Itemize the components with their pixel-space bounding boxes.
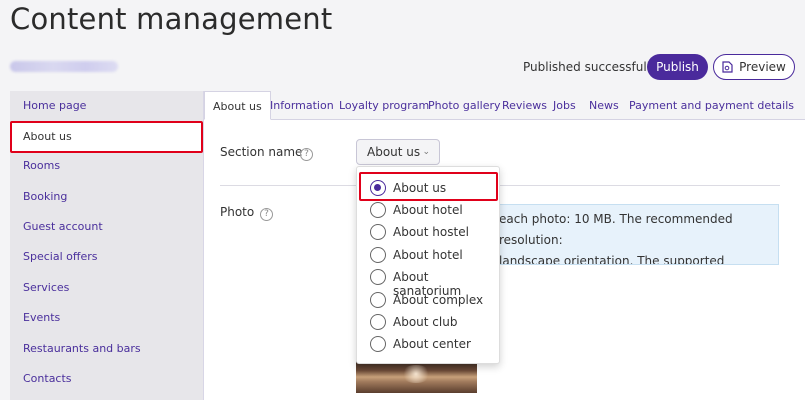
option-label: About hotel (393, 248, 463, 262)
section-name-value: About us (367, 145, 421, 159)
sidebar-item-booking[interactable]: Booking (10, 182, 203, 212)
section-name-select[interactable]: About us ⌄ (356, 139, 440, 165)
option-about-hotel-2[interactable]: About hotel (357, 244, 499, 266)
site-link[interactable] (10, 61, 118, 72)
option-about-sanatorium[interactable]: About sanatorium (357, 266, 499, 298)
radio[interactable] (370, 247, 386, 263)
sidebar-item-guest-account[interactable]: Guest account (10, 212, 203, 242)
radio[interactable] (370, 336, 386, 352)
sidebar-item-special-offers[interactable]: Special offers (10, 242, 203, 272)
option-label: About complex (393, 293, 484, 307)
divider (220, 185, 780, 186)
sidebar-item-home-page[interactable]: Home page (10, 91, 203, 121)
radio[interactable] (370, 314, 386, 330)
option-about-hotel[interactable]: About hotel (357, 199, 499, 221)
tab-loyalty-program[interactable]: Loyalty program (339, 91, 429, 120)
tab-news[interactable]: News (589, 91, 619, 120)
option-label: About us (393, 181, 447, 195)
radio[interactable] (370, 292, 386, 308)
tab-about-us[interactable]: About us (204, 91, 271, 120)
publish-button[interactable]: Publish (647, 54, 708, 80)
option-about-hostel[interactable]: About hostel (357, 221, 499, 243)
option-label: About hotel (393, 203, 463, 217)
option-about-complex[interactable]: About complex (357, 289, 499, 311)
info-line: landscape orientation. The supported for… (499, 254, 725, 265)
option-label: About center (393, 337, 471, 351)
option-about-club[interactable]: About club (357, 311, 499, 333)
tab-information[interactable]: Information (270, 91, 334, 120)
tab-bar: About us Information Loyalty program Pho… (204, 91, 805, 120)
help-icon[interactable]: ? (260, 208, 273, 221)
photo-thumbnail[interactable] (356, 361, 477, 393)
chevron-down-icon: ⌄ (422, 147, 430, 157)
sidebar-item-restaurants-and-bars[interactable]: Restaurants and bars (10, 334, 203, 364)
page-title: Content management (10, 2, 333, 36)
info-line: each photo: 10 MB. The recommended resol… (499, 212, 733, 247)
radio[interactable] (370, 269, 386, 285)
sidebar-item-services[interactable]: Services (10, 273, 203, 303)
section-name-label: Section name (220, 145, 303, 159)
option-label: About club (393, 315, 458, 329)
preview-button[interactable]: Preview (713, 54, 795, 80)
radio[interactable] (370, 224, 386, 240)
sidebar-item-about-us[interactable]: About us (10, 122, 203, 152)
sidebar: Home page About us Rooms Booking Guest a… (10, 91, 203, 400)
publish-status: Published successfully (523, 60, 658, 74)
radio-selected[interactable] (370, 180, 386, 196)
help-icon[interactable]: ? (300, 148, 313, 161)
sidebar-item-rooms[interactable]: Rooms (10, 151, 203, 181)
option-about-center[interactable]: About center (357, 333, 499, 355)
section-name-dropdown: About us About hotel About hostel About … (356, 166, 500, 364)
sidebar-item-events[interactable]: Events (10, 303, 203, 333)
document-preview-icon (722, 61, 733, 73)
radio[interactable] (370, 202, 386, 218)
tab-reviews[interactable]: Reviews (502, 91, 547, 120)
preview-label: Preview (739, 60, 786, 74)
tab-jobs[interactable]: Jobs (553, 91, 576, 120)
photo-requirements-info: each photo: 10 MB. The recommended resol… (492, 204, 779, 265)
sidebar-item-contacts[interactable]: Contacts (10, 364, 203, 394)
option-label: About hostel (393, 225, 469, 239)
photo-label: Photo (220, 205, 255, 219)
tab-payment-details[interactable]: Payment and payment details (629, 91, 794, 120)
tab-photo-gallery[interactable]: Photo gallery (428, 91, 501, 120)
option-about-us[interactable]: About us (357, 177, 499, 199)
content-panel: About us Information Loyalty program Pho… (203, 91, 805, 400)
